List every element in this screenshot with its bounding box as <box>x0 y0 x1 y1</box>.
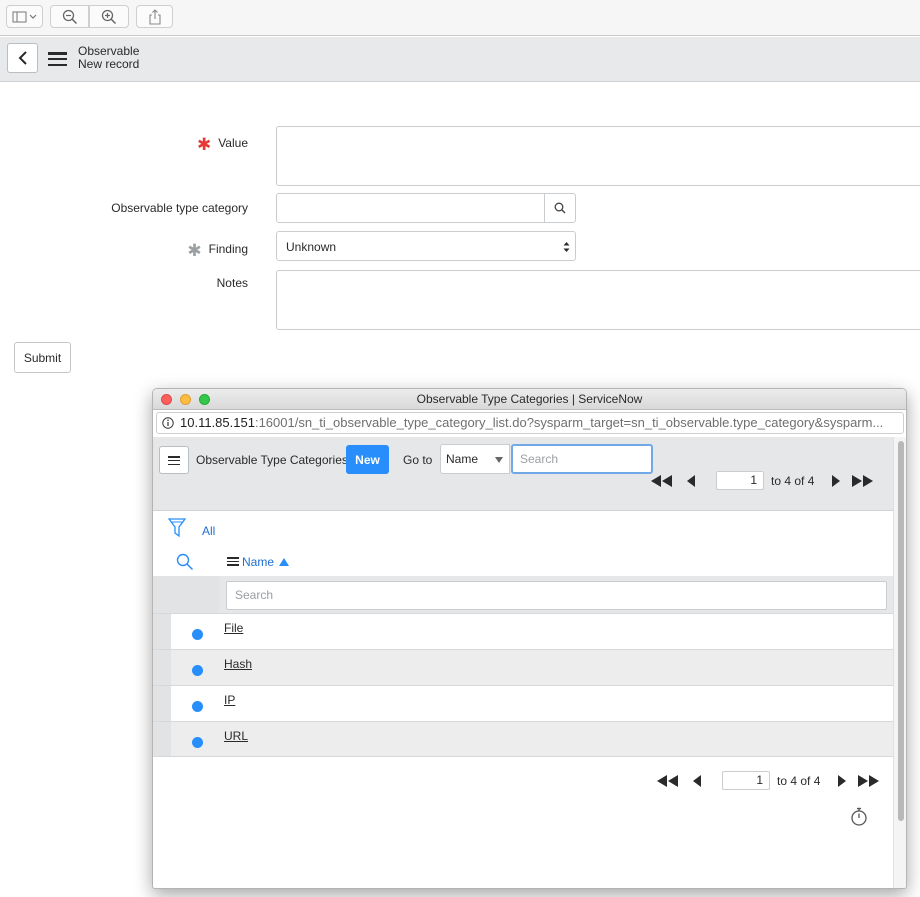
filter-breadcrumb-all[interactable]: All <box>202 524 215 538</box>
new-button[interactable]: New <box>346 445 389 474</box>
goto-field-value: Name <box>446 452 479 466</box>
popup-titlebar: Observable Type Categories | ServiceNow <box>153 389 906 410</box>
url-bar[interactable]: 10.11.85.151:16001/sn_ti_observable_type… <box>156 412 904 434</box>
url-host: 10.11.85.151 <box>180 415 255 430</box>
zoom-out-button[interactable] <box>50 5 89 28</box>
close-window-icon[interactable] <box>161 394 172 405</box>
goto-label: Go to <box>403 453 433 467</box>
preview-record-icon[interactable] <box>192 665 203 676</box>
url-path: :16001/sn_ti_observable_type_category_li… <box>254 415 884 430</box>
column-header-name[interactable]: Name <box>242 555 290 569</box>
minimize-window-icon[interactable] <box>180 394 191 405</box>
goto-field-select[interactable]: Name <box>440 444 510 474</box>
notes-field[interactable] <box>276 270 920 330</box>
record-link[interactable]: URL <box>224 729 248 743</box>
popup-window: Observable Type Categories | ServiceNow … <box>152 388 907 889</box>
page-input[interactable]: 1 <box>716 471 764 490</box>
list-menu-button[interactable] <box>159 446 189 474</box>
top-pager: 1 to 4 of 4 <box>650 471 875 490</box>
category-label: Observable type category <box>111 201 248 215</box>
form-header: Observable New record <box>0 37 920 82</box>
form-subtitle: New record <box>78 57 140 71</box>
chevron-left-icon <box>18 51 27 65</box>
maximize-window-icon[interactable] <box>199 394 210 405</box>
finding-value: Unknown <box>286 240 337 254</box>
popup-title: Observable Type Categories | ServiceNow <box>416 392 643 406</box>
last-page-icon[interactable] <box>851 474 875 487</box>
menu-icon <box>168 456 180 465</box>
column-search-icon[interactable] <box>176 553 194 571</box>
share-icon <box>148 8 161 25</box>
response-time-icon[interactable] <box>850 807 868 827</box>
record-link[interactable]: IP <box>224 693 235 707</box>
list-title: Observable Type Categories <box>196 453 348 467</box>
submit-button[interactable]: Submit <box>14 342 71 373</box>
column-menu-icon[interactable] <box>227 557 239 566</box>
scrollbar-thumb[interactable] <box>898 441 904 821</box>
zoom-out-icon <box>62 9 77 24</box>
table-row: URL <box>153 721 893 757</box>
required-icon: ✱ <box>196 135 212 154</box>
share-button[interactable] <box>136 5 173 28</box>
record-link[interactable]: Hash <box>224 657 252 671</box>
sidebar-icon <box>12 11 36 22</box>
bottom-pager: 1 to 4 of 4 <box>656 771 881 790</box>
page-range: to 4 of 4 <box>771 473 815 488</box>
goto-search-input[interactable]: Search <box>511 444 653 474</box>
preview-record-icon[interactable] <box>192 701 203 712</box>
filter-icon[interactable] <box>168 518 186 538</box>
lookup-button[interactable] <box>544 193 576 223</box>
category-field[interactable] <box>276 193 545 223</box>
chevron-down-icon <box>495 457 503 463</box>
sort-ascending-icon <box>279 558 290 566</box>
info-icon[interactable] <box>162 417 174 429</box>
previous-page-icon[interactable] <box>686 474 696 487</box>
search-icon <box>554 202 566 214</box>
notes-label: Notes <box>216 276 248 290</box>
previous-page-icon[interactable] <box>692 774 702 787</box>
value-label: ✱ Value <box>196 135 248 154</box>
list-header: Observable Type Categories New Go to Nam… <box>153 437 893 511</box>
table-row: File <box>153 613 893 649</box>
zoom-in-button[interactable] <box>89 5 129 28</box>
back-button[interactable] <box>7 43 38 73</box>
first-page-icon[interactable] <box>650 474 674 487</box>
menu-icon[interactable] <box>48 52 67 66</box>
required-icon: ✱ <box>187 241 202 260</box>
preview-record-icon[interactable] <box>192 737 203 748</box>
preview-record-icon[interactable] <box>192 629 203 640</box>
record-link[interactable]: File <box>224 621 243 635</box>
first-page-icon[interactable] <box>656 774 680 787</box>
next-page-icon[interactable] <box>831 474 841 487</box>
next-page-icon[interactable] <box>837 774 847 787</box>
page-range: to 4 of 4 <box>777 773 821 788</box>
column-search-input[interactable]: Search <box>226 581 887 610</box>
goto-search-placeholder: Search <box>520 452 559 466</box>
browser-toolbar <box>0 0 920 36</box>
column-search-row: Search <box>153 576 893 613</box>
finding-select[interactable]: Unknown <box>276 231 576 261</box>
last-page-icon[interactable] <box>857 774 881 787</box>
table-row: IP <box>153 685 893 721</box>
sidebar-toggle-button[interactable] <box>6 5 43 28</box>
finding-label: ✱ Finding <box>187 241 248 260</box>
value-field[interactable] <box>276 126 920 186</box>
select-arrows-icon <box>563 242 570 252</box>
table-row: Hash <box>153 649 893 685</box>
page-input[interactable]: 1 <box>722 771 770 790</box>
popup-scrollbar[interactable] <box>893 437 906 888</box>
zoom-in-icon <box>101 9 117 24</box>
